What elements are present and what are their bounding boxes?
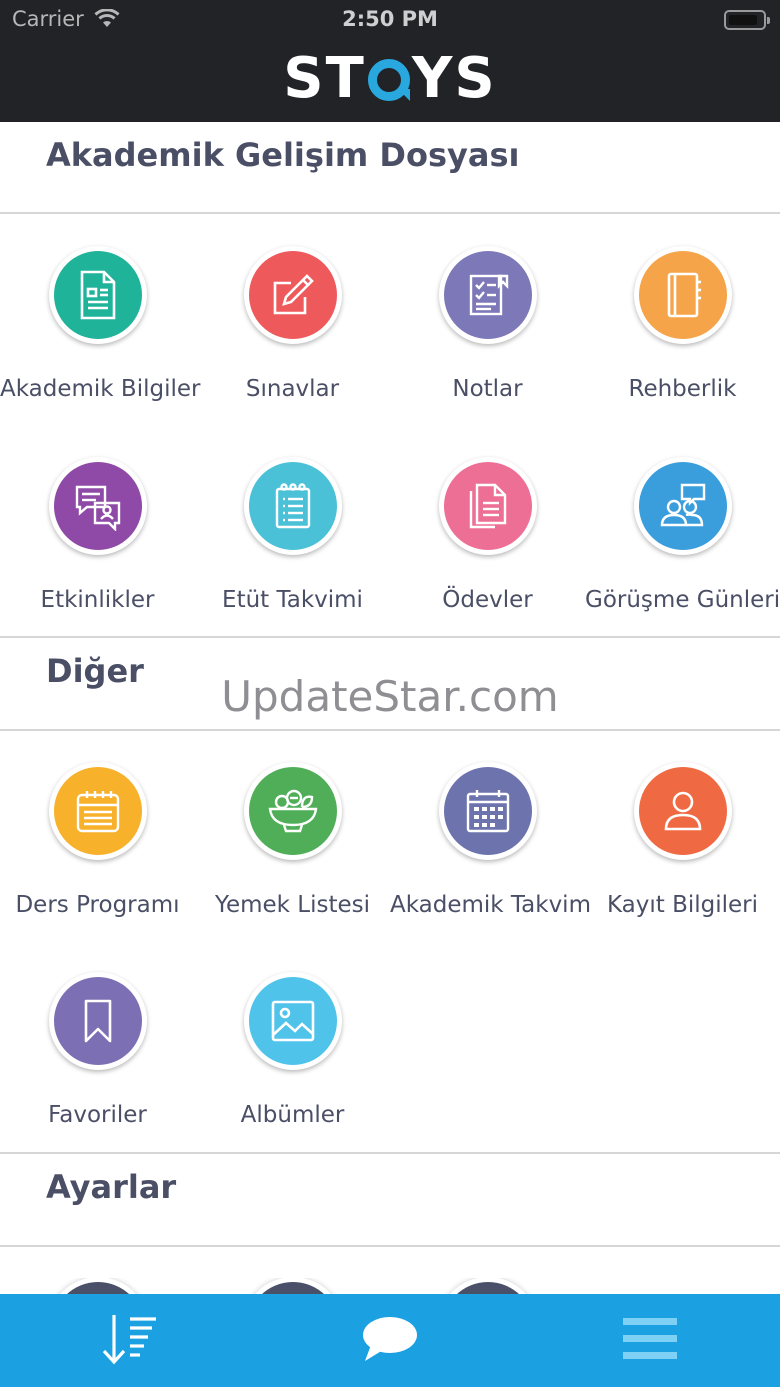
- divider: [0, 729, 780, 731]
- logo-o-arrow-icon: [367, 59, 410, 101]
- tile-label: Notlar: [452, 376, 523, 402]
- tile-label: Yemek Listesi: [214, 892, 371, 918]
- tile-label: Kayıt Bilgileri: [606, 892, 759, 918]
- divider: [0, 1245, 780, 1247]
- papers-icon: [443, 462, 532, 550]
- tile-rehberlik[interactable]: Rehberlik: [585, 246, 780, 402]
- bookmark-icon: [53, 977, 142, 1065]
- section-title-akademik: Akademik Gelişim Dosyası: [46, 136, 520, 174]
- chat-bubbles-icon: [53, 462, 142, 550]
- notepad-icon: [248, 462, 337, 550]
- clock: 2:50 PM: [342, 7, 438, 31]
- tile-label: Ödevler: [442, 587, 533, 613]
- menu-icon: [623, 1316, 677, 1366]
- tile-label: Sınavlar: [245, 376, 340, 402]
- notebook-icon: [638, 251, 727, 339]
- bottom-tab-bar: [0, 1294, 780, 1387]
- tab-sort[interactable]: [0, 1294, 260, 1387]
- tile-label: Akademik Bilgiler: [0, 376, 201, 402]
- tile-sinavlar[interactable]: Sınavlar: [195, 246, 390, 402]
- tile-odevler[interactable]: Ödevler: [390, 457, 585, 613]
- meeting-icon: [638, 462, 727, 550]
- checklist-icon: [443, 251, 532, 339]
- status-bar: Carrier 2:50 PM: [0, 0, 780, 40]
- tile-label: Etüt Takvimi: [222, 587, 363, 613]
- user-icon: [638, 767, 727, 855]
- edit-icon: [248, 251, 337, 339]
- tile-albumler[interactable]: Albümler: [195, 972, 390, 1128]
- section-title-ayarlar: Ayarlar: [46, 1168, 177, 1206]
- tile-label: Ders Programı: [15, 892, 180, 918]
- tile-label: Albümler: [240, 1102, 345, 1128]
- tile-label: Favoriler: [48, 1102, 147, 1128]
- tile-ders-programi[interactable]: Ders Programı: [0, 762, 195, 918]
- sort-list-icon: [100, 1311, 160, 1371]
- tab-messages[interactable]: [260, 1294, 520, 1387]
- tile-favoriler[interactable]: Favoriler: [0, 972, 195, 1128]
- tile-etkinlikler[interactable]: Etkinlikler: [0, 457, 195, 613]
- tile-label: Akademik Takvim: [390, 892, 591, 918]
- tile-kayit-bilgileri[interactable]: Kayıt Bilgileri: [585, 762, 780, 918]
- tile-gorusme-gunleri[interactable]: Görüşme Günleri: [585, 457, 780, 613]
- tile-akademik-bilgiler[interactable]: Akademik Bilgiler: [0, 246, 201, 402]
- document-icon: [53, 251, 142, 339]
- watermark: UpdateStar.com: [221, 672, 559, 721]
- tile-notlar[interactable]: Notlar: [390, 246, 585, 402]
- battery-icon: [724, 10, 770, 30]
- tile-label: Rehberlik: [628, 376, 737, 402]
- tile-label: Görüşme Günleri: [585, 587, 780, 613]
- tab-menu[interactable]: [520, 1294, 780, 1387]
- divider: [0, 1152, 780, 1154]
- tile-label: Etkinlikler: [40, 587, 155, 613]
- tile-etut-takvimi[interactable]: Etüt Takvimi: [195, 457, 390, 613]
- calendar-icon: [443, 767, 532, 855]
- stoys-logo: ST YS: [283, 46, 497, 111]
- image-icon: [248, 977, 337, 1065]
- app-header: ST YS: [0, 40, 780, 122]
- divider: [0, 212, 780, 214]
- tile-yemek-listesi[interactable]: Yemek Listesi: [195, 762, 390, 918]
- chat-icon: [361, 1315, 419, 1367]
- schedule-icon: [53, 767, 142, 855]
- salad-bowl-icon: [248, 767, 337, 855]
- tile-akademik-takvim[interactable]: Akademik Takvim: [390, 762, 591, 918]
- divider: [0, 636, 780, 638]
